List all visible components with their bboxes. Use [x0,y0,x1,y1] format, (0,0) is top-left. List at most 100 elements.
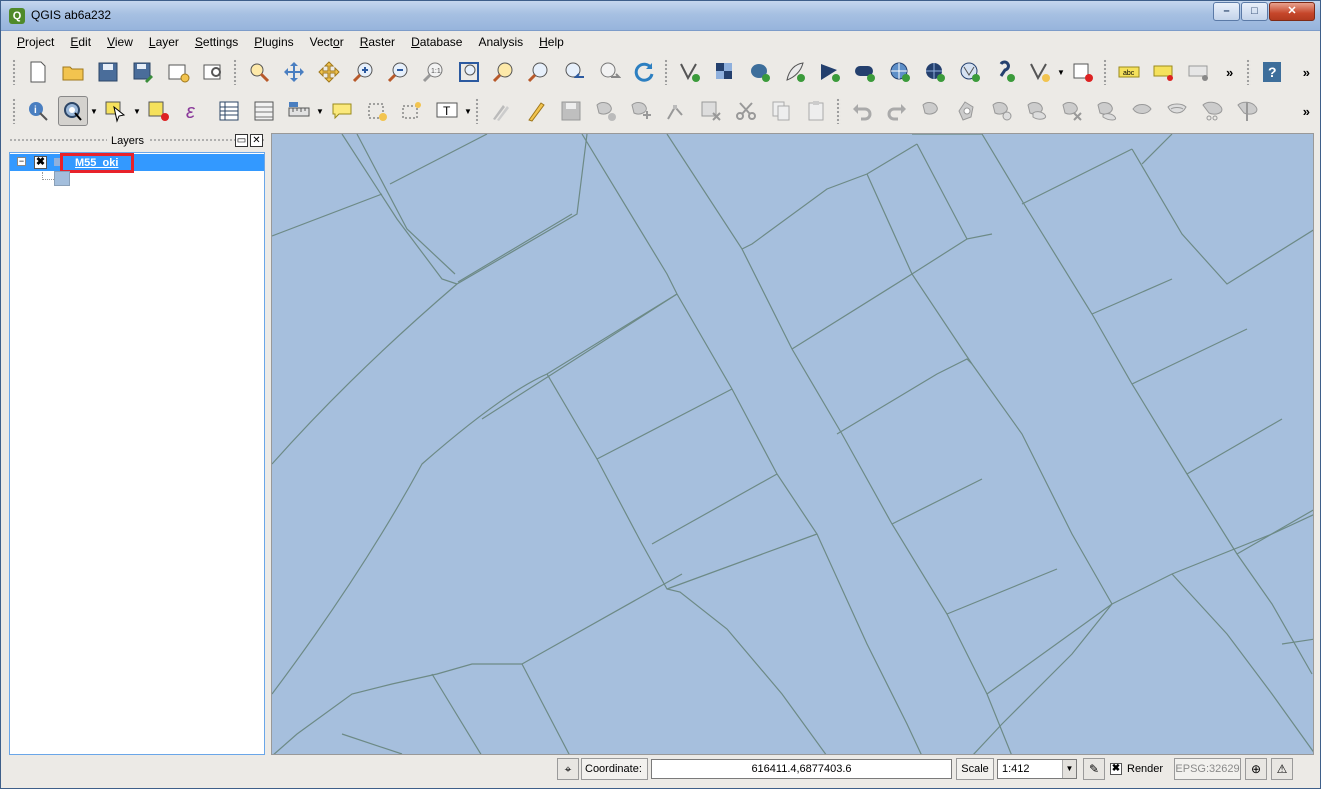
pan-to-selection-button[interactable] [279,57,309,87]
open-project-button[interactable] [58,57,88,87]
redo-button[interactable] [882,96,912,126]
add-wcs-layer-button[interactable] [920,57,950,87]
menu-raster[interactable]: Raster [352,33,403,53]
toolbar-overflow-button[interactable]: » [1222,57,1237,87]
remove-layer-button[interactable] [1068,57,1098,87]
zoom-out-button[interactable] [384,57,414,87]
collapse-expander[interactable]: − [17,157,26,166]
menu-vector[interactable]: Vector [302,33,352,53]
pin-labels-button[interactable] [1149,57,1179,87]
add-vector-layer-button[interactable] [675,57,705,87]
layer-visibility-checkbox[interactable]: ✖ [34,156,47,169]
zoom-to-layer-button[interactable] [489,57,519,87]
add-ring-button[interactable] [952,96,982,126]
minimize-button[interactable]: – [1213,2,1240,21]
float-panel-button[interactable]: ▭ [235,134,248,147]
undo-button[interactable] [847,96,877,126]
zoom-next-button[interactable] [594,57,624,87]
split-parts-button[interactable] [1232,96,1262,126]
menu-help[interactable]: Help [531,33,572,53]
add-mssql-layer-button[interactable] [815,57,845,87]
action-dropdown-arrow[interactable]: ▼ [90,96,98,126]
maximize-button[interactable]: □ [1241,2,1268,21]
menu-layer[interactable]: Layer [141,33,187,53]
identify-features-button[interactable]: i [23,96,53,126]
delete-ring-button[interactable] [1057,96,1087,126]
current-edits-button[interactable] [486,96,516,126]
add-feature-button[interactable] [591,96,621,126]
select-by-expression-button[interactable]: ε [179,96,209,126]
paste-features-button[interactable] [801,96,831,126]
delete-part-button[interactable] [1092,96,1122,126]
messages-warning-icon[interactable]: ⚠ [1271,758,1293,780]
menu-database[interactable]: Database [403,33,470,53]
add-oracle-layer-button[interactable] [850,57,880,87]
map-canvas[interactable] [271,133,1314,755]
zoom-in-button[interactable] [349,57,379,87]
projection-globe-icon[interactable]: ⊕ [1245,758,1267,780]
show-bookmarks-button[interactable] [397,96,427,126]
measure-dropdown-arrow[interactable]: ▼ [316,96,324,126]
menu-settings[interactable]: Settings [187,33,246,53]
help-contents-button[interactable]: ? [1257,57,1287,87]
add-delimited-text-layer-button[interactable] [990,57,1020,87]
new-project-button[interactable] [23,57,53,87]
toolbar-grip[interactable] [664,59,669,85]
add-postgis-layer-button[interactable] [745,57,775,87]
select-dropdown-arrow[interactable]: ▼ [133,96,141,126]
crs-status-button[interactable]: EPSG:32629 [1174,758,1241,780]
zoom-last-button[interactable] [559,57,589,87]
refresh-button[interactable] [629,57,659,87]
pan-to-selected-button[interactable] [314,57,344,87]
toolbar-grip[interactable] [836,98,841,124]
reshape-features-button[interactable] [1127,96,1157,126]
node-tool-button[interactable] [661,96,691,126]
cut-features-button[interactable] [731,96,761,126]
new-shapefile-layer-button[interactable] [1025,57,1055,87]
toolbar-grip[interactable] [1103,59,1108,85]
toggle-editing-button[interactable] [521,96,551,126]
toggle-extents-mouse-icon[interactable]: ⌖ [557,758,579,780]
menu-edit[interactable]: Edit [62,33,99,53]
copy-features-button[interactable] [766,96,796,126]
add-raster-layer-button[interactable] [710,57,740,87]
fill-ring-button[interactable] [1022,96,1052,126]
show-hide-labels-button[interactable] [1184,57,1214,87]
measure-line-button[interactable] [284,96,314,126]
offset-curve-button[interactable] [1162,96,1192,126]
select-features-button[interactable] [101,96,131,126]
scale-select[interactable]: 1:412 ▼ [997,759,1077,779]
field-calculator-button[interactable] [249,96,279,126]
annotation-dropdown-arrow[interactable]: ▼ [464,96,472,126]
close-panel-button[interactable]: ✕ [250,134,263,147]
menu-plugins[interactable]: Plugins [246,33,301,53]
zoom-native-button[interactable]: 1:1 [419,57,449,87]
save-layer-edits-button[interactable] [556,96,586,126]
map-tips-button[interactable] [327,96,357,126]
save-project-button[interactable] [93,57,123,87]
zoom-full-button[interactable] [454,57,484,87]
toolbar-overflow-button-right[interactable]: » [1299,65,1314,80]
menu-project[interactable]: Project [9,33,62,53]
new-print-composer-button[interactable] [163,57,193,87]
new-bookmark-button[interactable] [362,96,392,126]
composer-manager-button[interactable] [198,57,228,87]
add-spatialite-layer-button[interactable] [780,57,810,87]
toolbar-grip[interactable] [475,98,480,124]
simplify-feature-button[interactable] [917,96,947,126]
menu-view[interactable]: View [99,33,141,53]
add-part-button[interactable] [987,96,1017,126]
zoom-to-selection-button[interactable] [524,57,554,87]
run-feature-action-button[interactable] [58,96,88,126]
toolbar-grip[interactable] [1246,59,1252,85]
pan-map-button[interactable] [244,57,274,87]
add-wms-layer-button[interactable] [885,57,915,87]
menu-analysis[interactable]: Analysis [470,33,531,53]
toolbar-grip[interactable] [12,59,17,85]
layer-row-m55-oki[interactable]: − ✖ M55_oki [10,153,264,173]
toolbar-grip[interactable] [233,59,238,85]
toolbar-grip[interactable] [12,98,17,124]
label-tool-button[interactable]: abc [1114,57,1144,87]
toolbar-overflow-button-2[interactable]: » [1299,104,1314,119]
text-annotation-button[interactable]: T [432,96,462,126]
